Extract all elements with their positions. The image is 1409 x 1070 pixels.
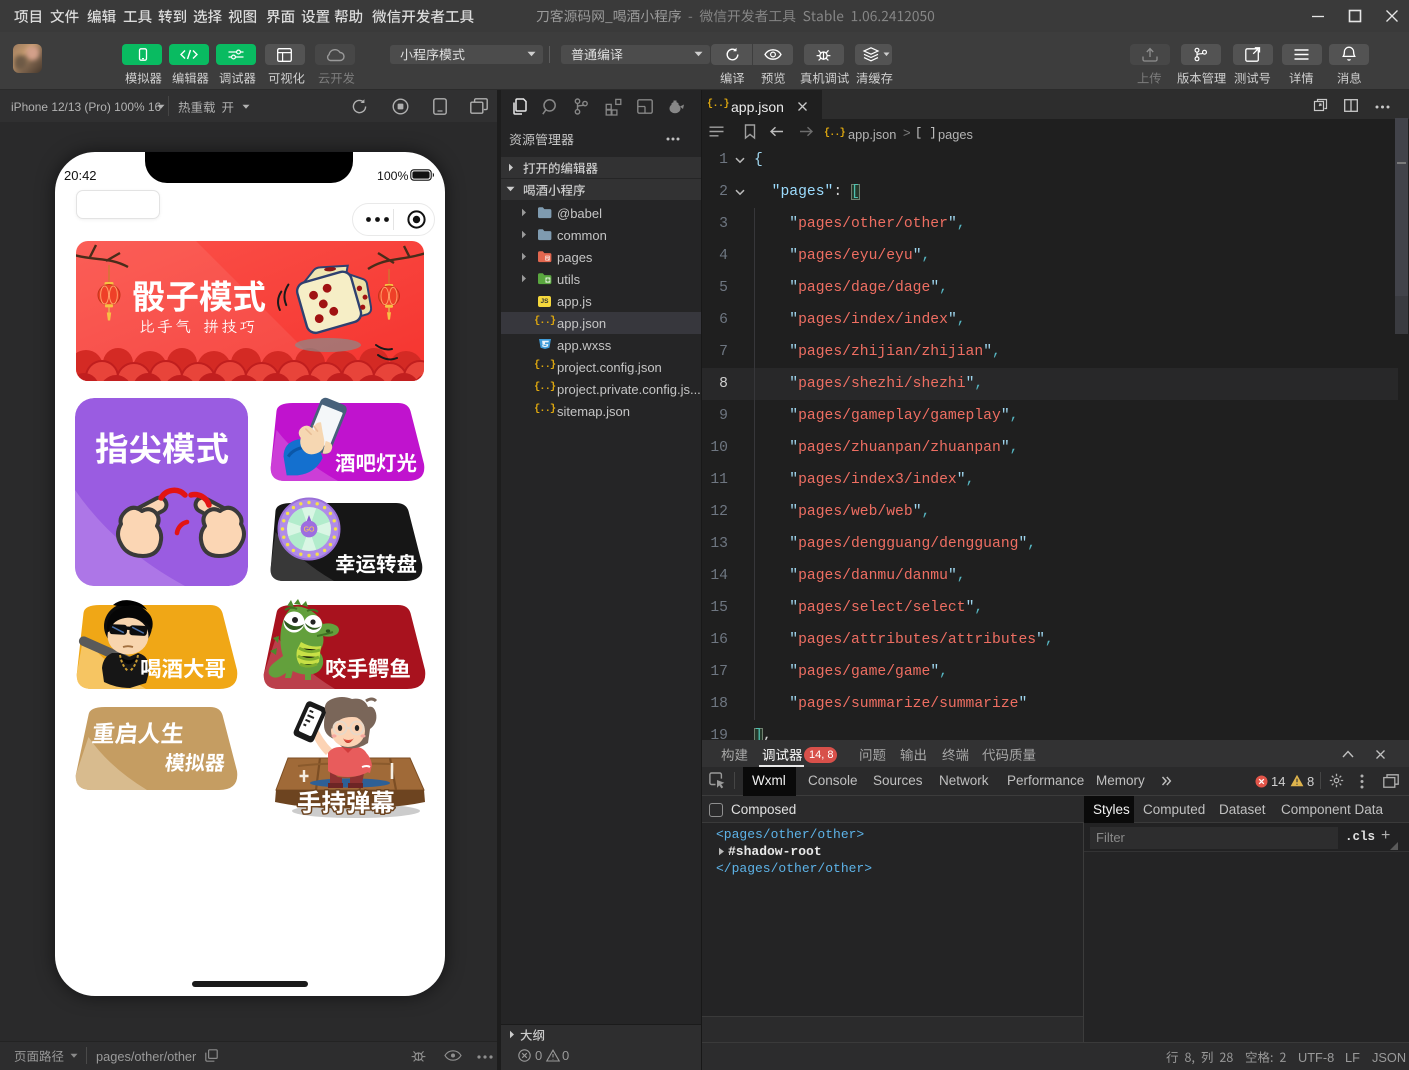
svg-text:GO: GO [304,526,315,533]
